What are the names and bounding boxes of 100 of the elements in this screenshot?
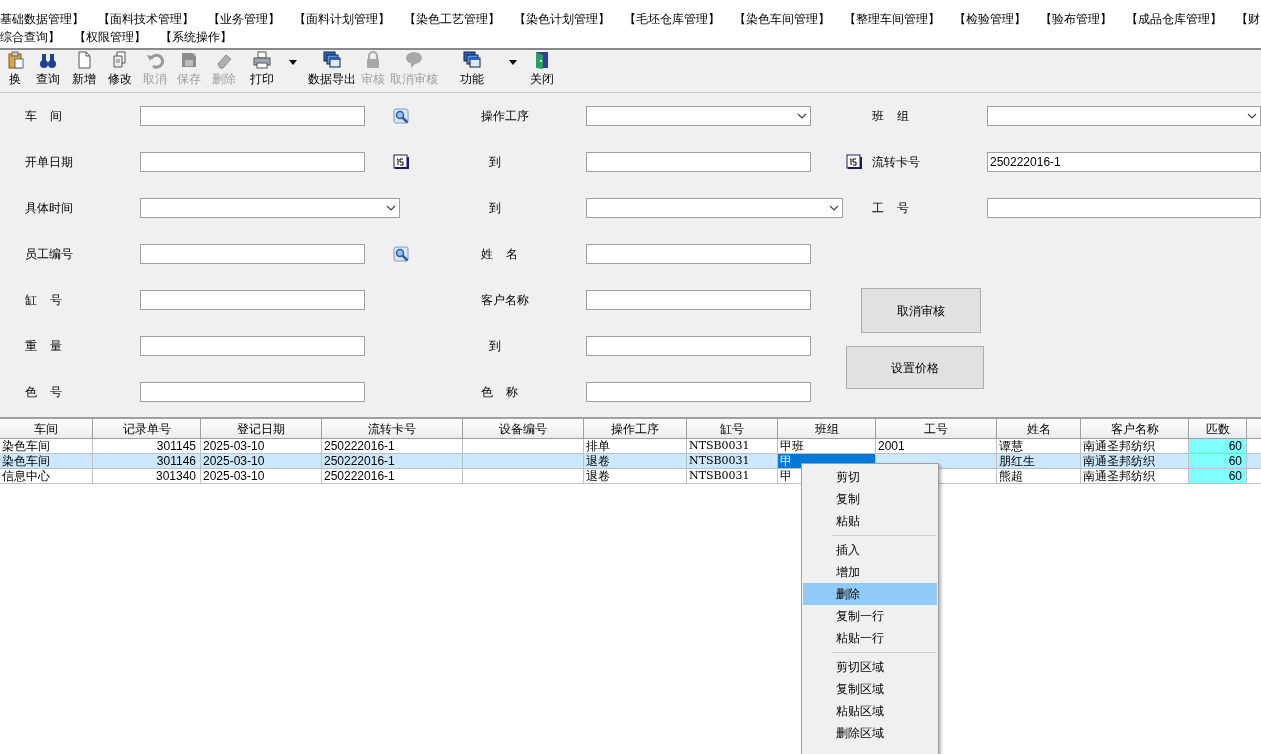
field-label: 缸 号 — [25, 292, 63, 309]
field-label: 操作工序 — [481, 108, 529, 125]
toolbar-button[interactable]: 新增 — [66, 48, 102, 88]
field-label: 车 间 — [25, 108, 63, 125]
toolbar-button[interactable]: 关闭 — [524, 48, 560, 88]
menu-item[interactable]: 【验布管理】 — [1040, 10, 1112, 28]
column-header[interactable]: 登记日期 — [201, 419, 322, 439]
menu-item[interactable]: 粘贴 — [803, 510, 937, 532]
input-field[interactable] — [140, 152, 365, 172]
menu-item[interactable]: 【系统操作】 — [160, 28, 232, 46]
field-label: 开单日期 — [25, 154, 73, 171]
input-field[interactable]: 250222016-1 — [987, 152, 1261, 172]
menu-item[interactable]: 【染色计划管理】 — [514, 10, 610, 28]
field-label: 流转卡号 — [872, 154, 920, 171]
table-cell: 退卷 — [584, 469, 687, 484]
column-header[interactable]: 设备编号 — [463, 419, 584, 439]
action-button[interactable]: 设置价格 — [846, 346, 984, 389]
column-header[interactable]: 车间 — [0, 419, 93, 439]
dropdown-arrow-icon[interactable] — [509, 60, 517, 65]
menu-item[interactable]: 【面料技术管理】 — [98, 10, 194, 28]
input-field[interactable] — [586, 382, 811, 402]
menu-item[interactable]: 删除区域 — [803, 722, 937, 744]
column-header[interactable]: 工号 — [876, 419, 997, 439]
field-label: 班 组 — [872, 108, 910, 125]
table-cell: 60 — [1189, 454, 1247, 469]
field-label: 重 量 — [25, 338, 63, 355]
column-header[interactable]: 记录单号 — [93, 419, 201, 439]
table-cell: 60 — [1189, 469, 1247, 484]
menu-item[interactable]: 【整理车间管理】 — [844, 10, 940, 28]
menu-item[interactable]: 剪切区域 — [803, 656, 937, 678]
menu-item[interactable]: 基础数据管理】 — [0, 10, 84, 28]
windows-icon — [463, 51, 481, 69]
field-label: 客户名称 — [481, 292, 529, 309]
toolbar-button[interactable]: 修改 — [102, 48, 138, 88]
printer-icon — [253, 51, 271, 69]
input-field[interactable] — [140, 382, 365, 402]
menu-item[interactable]: 【面料计划管理】 — [294, 10, 390, 28]
windows-icon — [323, 51, 341, 69]
menu-item[interactable]: 复制一行 — [803, 605, 937, 627]
toolbar-button[interactable]: 换 — [0, 48, 30, 88]
lock-icon — [364, 51, 382, 69]
column-header[interactable]: 班组 — [778, 419, 876, 439]
toolbar-button[interactable]: 数据导出 — [304, 48, 360, 88]
menu-item[interactable]: 粘贴一行 — [803, 627, 937, 649]
input-field[interactable] — [987, 198, 1261, 218]
menu-item[interactable]: 【检验管理】 — [954, 10, 1026, 28]
table-cell: 2025-03-10 — [201, 469, 322, 484]
document-icon — [75, 51, 93, 69]
dropdown-field[interactable] — [586, 106, 811, 126]
field-label: 到 — [489, 338, 501, 355]
calendar-icon[interactable] — [393, 154, 409, 170]
input-field[interactable] — [586, 336, 811, 356]
toolbar-button[interactable]: 打印 — [242, 48, 282, 88]
table-cell: 熊超 — [997, 469, 1081, 484]
toolbar-button[interactable]: 功能 — [442, 48, 502, 88]
column-header[interactable] — [1247, 419, 1261, 439]
calendar-icon[interactable] — [845, 154, 862, 170]
column-header[interactable]: 匹数 — [1189, 419, 1247, 439]
input-field[interactable] — [140, 336, 365, 356]
search-icon[interactable] — [393, 107, 410, 125]
input-field[interactable] — [586, 244, 811, 264]
column-header[interactable]: 流转卡号 — [322, 419, 463, 439]
menu-item[interactable]: 复制 — [803, 488, 937, 510]
menu-item[interactable]: 插入 — [803, 539, 937, 561]
binoculars-icon — [39, 51, 57, 69]
menu-item[interactable]: 粘贴区域 — [803, 700, 937, 722]
column-header[interactable]: 缸号 — [687, 419, 778, 439]
search-icon[interactable] — [393, 245, 410, 263]
menu-item[interactable]: 增加 — [803, 561, 937, 583]
dropdown-field[interactable] — [140, 198, 400, 218]
column-header[interactable]: 客户名称 — [1081, 419, 1189, 439]
menu-item[interactable]: 综合查询】 — [0, 28, 60, 46]
input-field[interactable] — [586, 152, 811, 172]
input-field[interactable] — [140, 290, 365, 310]
menu-item[interactable]: 【业务管理】 — [208, 10, 280, 28]
dropdown-field[interactable] — [987, 106, 1261, 126]
table-cell: 信息中心 — [0, 469, 93, 484]
toolbar-button[interactable]: 查询 — [30, 48, 66, 88]
column-header[interactable]: 姓名 — [997, 419, 1081, 439]
menu-item[interactable]: 【权限管理】 — [74, 28, 146, 46]
input-field[interactable] — [140, 106, 365, 126]
input-field[interactable] — [586, 290, 811, 310]
menu-item[interactable]: 【成品仓库管理】 — [1126, 10, 1222, 28]
menu-item[interactable]: 删除 — [803, 583, 937, 605]
table-cell: 301340 — [93, 469, 201, 484]
table-cell: 60 — [1189, 439, 1247, 454]
action-button[interactable]: 取消审核 — [861, 288, 981, 333]
column-header[interactable]: 操作工序 — [584, 419, 687, 439]
menu-item[interactable]: 【染色车间管理】 — [734, 10, 830, 28]
menu-item[interactable]: 【毛坯仓库管理】 — [624, 10, 720, 28]
dropdown-field[interactable] — [586, 198, 843, 218]
exit-icon — [533, 51, 551, 69]
field-label: 色 号 — [25, 384, 63, 401]
menu-item[interactable]: 复制区域 — [803, 678, 937, 700]
dropdown-arrow-icon[interactable] — [289, 60, 297, 65]
field-label: 工 号 — [872, 200, 910, 217]
input-field[interactable] — [140, 244, 365, 264]
menu-item[interactable]: 【财 — [1236, 10, 1260, 28]
field-label: 具体时间 — [25, 200, 73, 217]
menu-item[interactable]: 【染色工艺管理】 — [404, 10, 500, 28]
